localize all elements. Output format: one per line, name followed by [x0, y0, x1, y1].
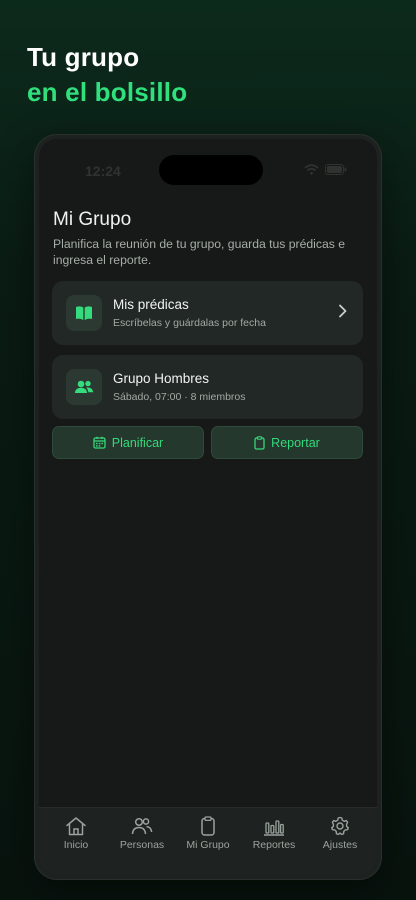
- phone-frame: 12:24 Mi Grupo Planifica la reunión de t…: [35, 135, 381, 879]
- wifi-icon: [304, 164, 319, 175]
- reportar-button[interactable]: Reportar: [211, 426, 363, 459]
- headline-line-2: en el bolsillo: [27, 77, 188, 107]
- tab-personas[interactable]: Personas: [109, 816, 175, 875]
- tab-inicio[interactable]: Inicio: [43, 816, 109, 875]
- tab-mi-grupo-label: Mi Grupo: [186, 839, 230, 851]
- headline-line-1: Tu grupo: [27, 42, 140, 72]
- status-icons: [304, 164, 347, 175]
- mis-predicas-card[interactable]: Mis prédicas Escríbelas y guárdalas por …: [52, 281, 363, 345]
- planificar-label: Planificar: [111, 435, 164, 450]
- chevron-right-icon: [339, 304, 347, 318]
- tab-inicio-label: Inicio: [63, 839, 89, 851]
- grupo-hombres-subtitle: Sábado, 07:00 · 8 miembros: [113, 391, 246, 403]
- tab-ajustes-label: Ajustes: [322, 839, 358, 851]
- tab-ajustes[interactable]: Ajustes: [307, 816, 373, 875]
- home-icon: [66, 817, 86, 836]
- bar-chart-icon: [264, 820, 284, 836]
- tab-reportes[interactable]: Reportes: [241, 816, 307, 875]
- book-open-icon: [66, 295, 102, 331]
- page-title: Mi Grupo: [53, 209, 132, 230]
- dynamic-island: [159, 155, 263, 185]
- mis-predicas-subtitle: Escríbelas y guárdalas por fecha: [113, 317, 266, 329]
- people-icon: [131, 817, 153, 835]
- tab-bar: Inicio Personas Mi Grupo Reportes Ajuste…: [39, 807, 377, 875]
- mis-predicas-title: Mis prédicas: [113, 297, 189, 312]
- tab-reportes-label: Reportes: [252, 839, 296, 851]
- clipboard-icon: [201, 816, 215, 836]
- tab-personas-label: Personas: [119, 839, 165, 851]
- calendar-icon: [93, 436, 106, 449]
- app-screen: 12:24 Mi Grupo Planifica la reunión de t…: [39, 139, 377, 875]
- users-icon: [66, 369, 102, 405]
- status-time: 12:24: [85, 163, 121, 179]
- battery-icon: [325, 164, 347, 175]
- grupo-hombres-card[interactable]: Grupo Hombres Sábado, 07:00 · 8 miembros: [52, 355, 363, 419]
- tab-mi-grupo[interactable]: Mi Grupo: [175, 816, 241, 875]
- planificar-button[interactable]: Planificar: [52, 426, 204, 459]
- clipboard-icon: [254, 435, 265, 450]
- page-subtitle: Planifica la reunión de tu grupo, guarda…: [53, 237, 346, 267]
- promo-headline: Tu grupo en el bolsillo: [27, 40, 187, 110]
- gear-icon: [331, 816, 349, 836]
- grupo-hombres-title: Grupo Hombres: [113, 371, 210, 386]
- reportar-label: Reportar: [271, 435, 320, 450]
